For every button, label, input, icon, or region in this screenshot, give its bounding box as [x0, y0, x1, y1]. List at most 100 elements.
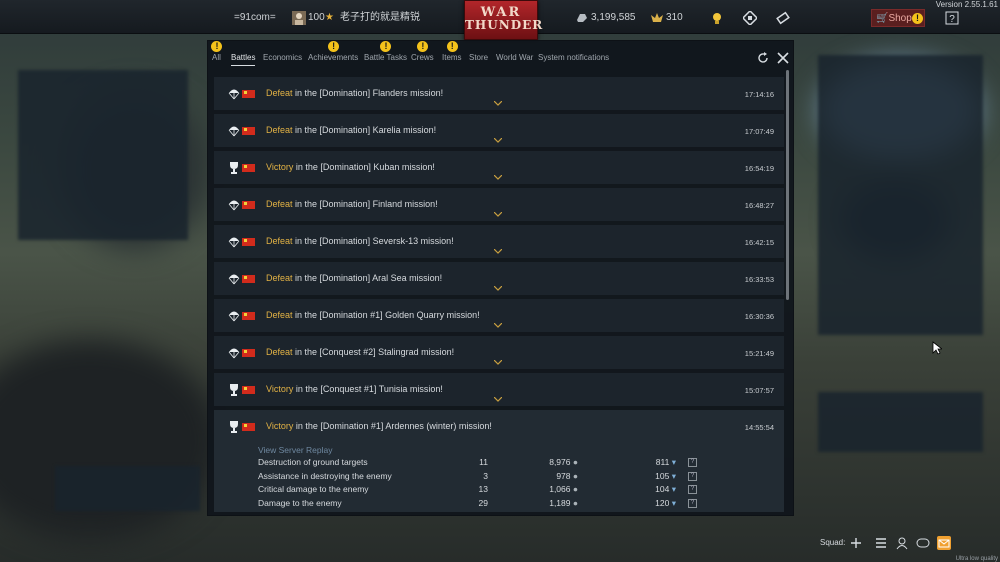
player-name[interactable]: 老子打的就是精锐 — [340, 0, 420, 33]
battle-row[interactable]: Defeat in the [Conquest #2] Stalingrad m… — [214, 336, 784, 369]
battle-message: Defeat in the [Domination] Karelia missi… — [266, 125, 437, 135]
chevron-down-icon[interactable] — [494, 249, 502, 254]
reward-name: Assistance in destroying the enemy — [258, 470, 392, 481]
golden-eagles-icon — [651, 13, 663, 22]
tab-battle-tasks[interactable]: ! Battle Tasks — [364, 41, 407, 62]
level-star-icon: ★ — [325, 12, 334, 23]
battle-row[interactable]: Defeat in the [Domination] Finland missi… — [214, 188, 784, 221]
help-icon[interactable]: ? — [945, 11, 959, 25]
scrollbar[interactable] — [786, 70, 789, 300]
battle-details: View Server Replay Destruction of ground … — [258, 445, 778, 511]
help-icon[interactable]: ? — [688, 485, 697, 494]
reward-count: 11 — [479, 457, 488, 467]
country-flag-icon — [242, 238, 255, 246]
tab-battles[interactable]: Battles — [231, 53, 256, 66]
refresh-icon[interactable] — [754, 49, 772, 67]
notification-tabs: ! All Battles Economics ! Achievements ! Ba… — [208, 41, 793, 73]
squad-label: Squad: — [820, 538, 846, 547]
chevron-down-icon[interactable] — [494, 360, 502, 365]
country-flag-icon — [242, 127, 255, 135]
clan-tag[interactable]: =91com= — [234, 0, 276, 33]
parachute-icon — [228, 237, 240, 248]
battle-time: 14:55:54 — [744, 423, 774, 432]
country-flag-icon — [242, 349, 255, 357]
chevron-down-icon[interactable] — [494, 397, 502, 402]
research-points-icon: ▾ — [669, 470, 676, 481]
battle-time: 16:48:27 — [744, 201, 774, 210]
reward-research: 811 ▾ — [655, 457, 676, 467]
alert-icon: ! — [417, 41, 429, 52]
tab-achievements[interactable]: ! Achievements — [308, 41, 358, 62]
game-logo[interactable]: WAR THUNDER — [464, 0, 542, 40]
golden-eagles-balance[interactable]: 310 — [666, 0, 683, 33]
chevron-down-icon[interactable] — [494, 212, 502, 217]
tab-items[interactable]: ! Items — [442, 41, 462, 62]
battle-row[interactable]: Defeat in the [Domination] Aral Sea miss… — [214, 262, 784, 295]
silver-lions-balance[interactable]: 3,199,585 — [591, 0, 636, 33]
battle-message: Defeat in the [Domination] Aral Sea miss… — [266, 273, 443, 283]
battle-message: Defeat in the [Conquest #2] Stalingrad m… — [266, 347, 455, 357]
country-flag-icon — [242, 386, 255, 394]
battle-row[interactable]: Defeat in the [Domination] Seversk-13 mi… — [214, 225, 784, 258]
battle-time: 17:07:49 — [744, 127, 774, 136]
help-icon[interactable]: ? — [688, 458, 697, 467]
battle-message: Victory in the [Conquest #1] Tunisia mis… — [266, 384, 443, 394]
battle-time: 15:07:57 — [744, 386, 774, 395]
premium-icon[interactable] — [743, 11, 757, 25]
notifications-window: ! All Battles Economics ! Achievements ! Ba… — [207, 40, 794, 516]
warbond-icon[interactable] — [776, 11, 790, 25]
tab-economics[interactable]: Economics — [263, 53, 302, 62]
list-icon[interactable] — [874, 536, 888, 550]
version-label: Version 2.55.1.61 — [935, 0, 998, 9]
chat-icon[interactable] — [916, 536, 930, 550]
close-icon[interactable] — [774, 49, 792, 67]
view-server-replay-link[interactable]: View Server Replay — [258, 445, 778, 455]
trophy-icon — [230, 421, 238, 433]
tab-all[interactable]: ! All — [211, 41, 223, 62]
silver-lions-icon — [577, 14, 587, 22]
battle-row[interactable]: Defeat in the [Domination] Karelia missi… — [214, 114, 784, 147]
parachute-icon — [228, 274, 240, 285]
battle-log-list: Defeat in the [Domination] Flanders miss… — [214, 77, 784, 515]
parachute-icon — [228, 200, 240, 211]
lightbulb-icon[interactable] — [710, 11, 724, 25]
reward-research: 120 ▾ — [655, 497, 676, 508]
reward-research: 105 ▾ — [655, 470, 676, 481]
top-bar: =91com= 100 ★ 老子打的就是精锐 WAR THUNDER 3,199… — [0, 0, 1000, 40]
chevron-down-icon[interactable] — [494, 138, 502, 143]
add-squad-member-icon[interactable] — [849, 536, 863, 550]
chevron-down-icon[interactable] — [494, 323, 502, 328]
battle-row[interactable]: Defeat in the [Domination] Flanders miss… — [214, 77, 784, 110]
battle-time: 15:21:49 — [744, 349, 774, 358]
battle-time: 16:30:36 — [744, 312, 774, 321]
tab-crews[interactable]: ! Crews — [411, 41, 434, 62]
battle-time: 16:33:53 — [744, 275, 774, 284]
parachute-icon — [228, 126, 240, 137]
mail-icon[interactable] — [937, 536, 951, 550]
battle-row[interactable]: Victory in the [Domination #1] Ardennes … — [214, 410, 784, 512]
tab-store[interactable]: Store — [469, 53, 488, 62]
parachute-icon — [228, 89, 240, 100]
help-icon[interactable]: ? — [688, 498, 697, 508]
tab-system-notifications[interactable]: System notifications — [538, 53, 609, 62]
help-icon[interactable]: ? — [688, 471, 697, 481]
tab-world-war[interactable]: World War — [496, 53, 533, 62]
friends-icon[interactable] — [895, 536, 909, 550]
player-avatar-icon[interactable] — [292, 11, 306, 25]
trophy-icon — [230, 384, 238, 396]
country-flag-icon — [242, 90, 255, 98]
battle-row[interactable]: Victory in the [Domination] Kuban missio… — [214, 151, 784, 184]
reward-count: 3 — [483, 470, 488, 481]
parachute-icon — [228, 311, 240, 322]
chevron-down-icon[interactable] — [494, 175, 502, 180]
chevron-down-icon[interactable] — [494, 101, 502, 106]
battle-row[interactable]: Victory in the [Conquest #1] Tunisia mis… — [214, 373, 784, 406]
reward-silver: 978 ● — [556, 470, 578, 481]
trophy-icon — [230, 162, 238, 174]
reward-name: Destruction of ground targets — [258, 457, 368, 467]
battle-row[interactable]: Defeat in the [Domination #1] Golden Qua… — [214, 299, 784, 332]
reward-row: Critical damage to the enemy 13 1,066 ● 104… — [258, 484, 778, 498]
chevron-down-icon[interactable] — [494, 286, 502, 291]
shop-button[interactable]: 🛒Shop ! — [871, 9, 925, 27]
silver-lions-icon: ● — [570, 497, 578, 508]
